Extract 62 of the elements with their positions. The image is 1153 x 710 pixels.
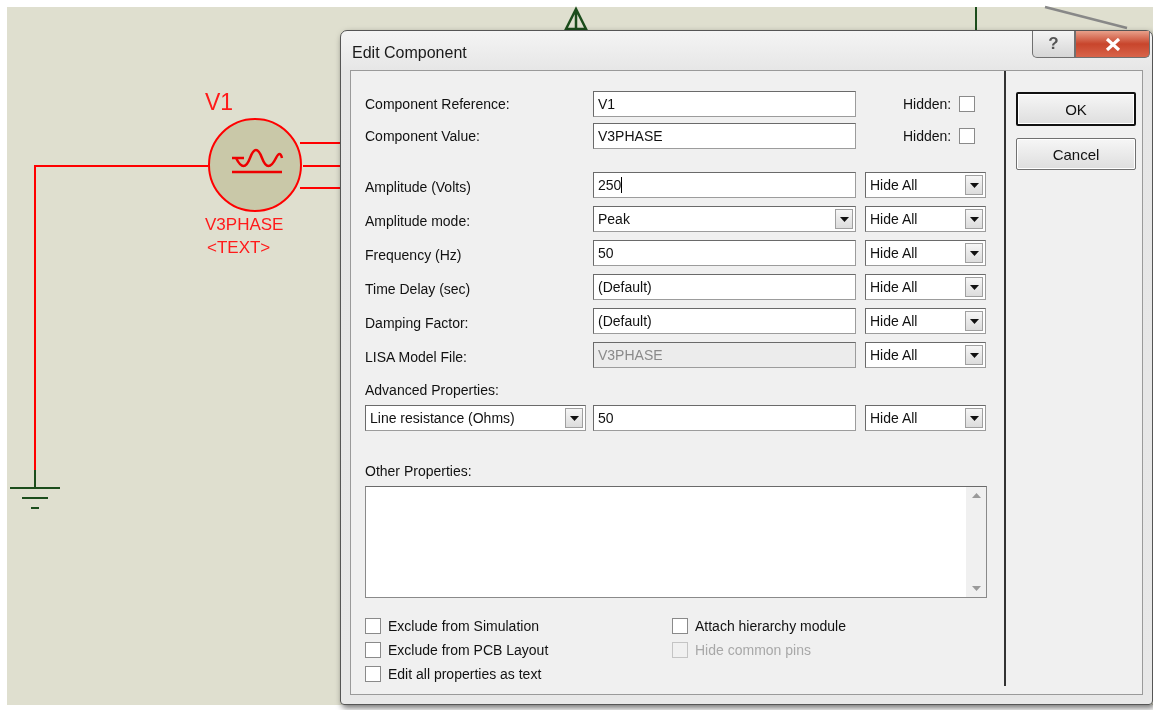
visibility-select[interactable]: Hide All <box>865 206 986 232</box>
checkbox-option[interactable]: Exclude from PCB Layout <box>365 642 672 658</box>
checkbox-option[interactable]: Attach hierarchy module <box>672 618 972 634</box>
caret-icon <box>839 216 849 222</box>
visibility-select[interactable]: Hide All <box>865 274 986 300</box>
visibility-select[interactable]: Hide All <box>865 308 986 334</box>
visibility-select[interactable]: Hide All <box>865 405 986 431</box>
checkbox-option[interactable]: Exclude from Simulation <box>365 618 672 634</box>
input-field[interactable]: 50 <box>593 240 856 266</box>
visibility-select[interactable]: Hide All <box>865 172 986 198</box>
help-button[interactable]: ? <box>1032 31 1075 58</box>
cancel-button[interactable]: Cancel <box>1016 138 1136 170</box>
caret-icon <box>969 352 979 358</box>
field-label: Damping Factor: <box>365 315 470 331</box>
checkbox[interactable] <box>365 618 381 634</box>
field-label: Amplitude mode: <box>365 213 472 229</box>
scrollbar[interactable] <box>966 487 986 597</box>
field-label: LISA Model File: <box>365 349 468 365</box>
scroll-up-icon[interactable] <box>971 493 981 498</box>
visibility-select[interactable]: Hide All <box>865 240 986 266</box>
property-select[interactable]: Line resistance (Ohms) <box>365 405 586 431</box>
component-value: V3PHASE <box>205 216 284 233</box>
checkbox-option[interactable]: Edit all properties as text <box>365 666 672 682</box>
section-label: Other Properties: <box>365 463 473 479</box>
input-field[interactable]: 50 <box>593 405 856 431</box>
field-label: Frequency (Hz) <box>365 247 463 263</box>
checkbox[interactable] <box>959 128 975 144</box>
window-title: Edit Component <box>352 44 468 62</box>
checkbox[interactable] <box>365 642 381 658</box>
component-designator: V1 <box>205 91 234 114</box>
terminal-symbol <box>564 6 588 31</box>
input-field[interactable]: V1 <box>593 91 856 117</box>
caret-icon <box>969 284 979 290</box>
field-label: Component Value: <box>365 128 481 144</box>
field-label: Amplitude (Volts) <box>365 179 472 195</box>
wire <box>975 6 977 31</box>
input-field[interactable]: (Default) <box>593 308 856 334</box>
ground-symbol <box>9 469 61 509</box>
dropdown-field[interactable]: Peak <box>593 206 856 232</box>
hidden-label: Hidden: <box>903 96 953 112</box>
input-field[interactable]: V3PHASE <box>593 123 856 149</box>
section-label: Advanced Properties: <box>365 382 500 398</box>
component-text-label: <TEXT> <box>207 239 271 256</box>
input-field[interactable]: (Default) <box>593 274 856 300</box>
caret-icon <box>569 415 579 421</box>
checkbox[interactable] <box>365 666 381 682</box>
close-button[interactable] <box>1075 31 1150 58</box>
text-area[interactable] <box>365 486 987 598</box>
caret-icon <box>969 182 979 188</box>
caret-icon <box>969 318 979 324</box>
caret-icon <box>969 250 979 256</box>
close-icon <box>1104 37 1121 51</box>
caret-icon <box>969 415 979 421</box>
scroll-down-icon[interactable] <box>971 586 981 591</box>
ok-button[interactable]: OK <box>1016 92 1136 126</box>
hidden-label: Hidden: <box>903 128 953 144</box>
checkbox[interactable] <box>959 96 975 112</box>
caret-icon <box>969 216 979 222</box>
field-label: Component Reference: <box>365 96 511 112</box>
input-field[interactable]: 250 <box>593 172 856 198</box>
field-label: Time Delay (sec) <box>365 281 472 297</box>
checkbox[interactable] <box>672 618 688 634</box>
